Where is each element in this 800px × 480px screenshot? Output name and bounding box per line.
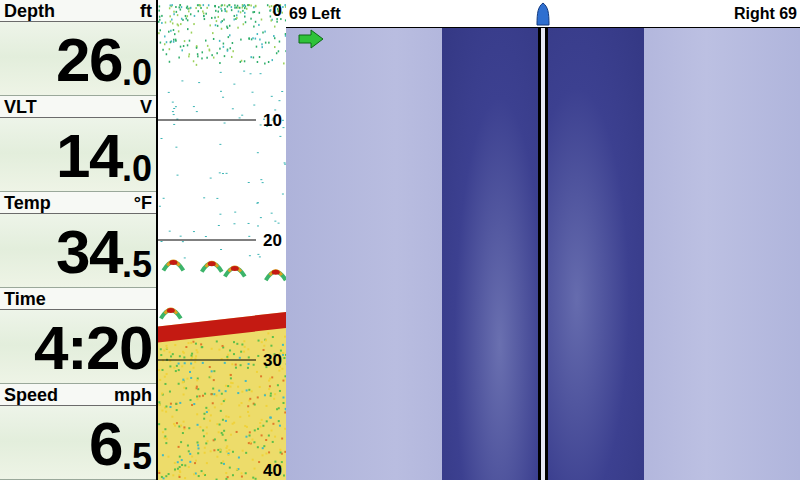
- readout-label-row: Temp °F: [0, 192, 156, 214]
- readout-label-row: Speed mph: [0, 384, 156, 406]
- readout: VLT V 14.0: [0, 96, 156, 192]
- left-range: 69 Left: [289, 2, 536, 26]
- readout-unit: ft: [140, 2, 152, 20]
- readout: Temp °F 34.5: [0, 192, 156, 288]
- readout-label: Time: [4, 290, 46, 308]
- readout-number: 14: [56, 125, 122, 187]
- sonar-panel: 0 10 20 30 40: [158, 0, 286, 480]
- side-imaging-panel: 69 Left Right 69: [286, 0, 800, 480]
- arrow-icon[interactable]: [298, 29, 324, 49]
- depth-tick: 40: [263, 461, 282, 480]
- svg-text:40: 40: [263, 461, 282, 480]
- fishfinder-screen: Depthft26.0VLTV14.0Temp°F34.5Time4:20Spe…: [0, 0, 800, 480]
- readout-label-row: VLT V: [0, 96, 156, 118]
- right-range: Right 69: [550, 2, 797, 26]
- svg-text:30: 30: [263, 351, 282, 370]
- fish-arch: [161, 308, 181, 319]
- svg-text:0: 0: [273, 1, 282, 20]
- bottom-band: [158, 312, 286, 480]
- readout: Speed mph 6.5: [0, 384, 156, 480]
- right-bottom: [644, 28, 800, 480]
- readout-panel: Depthft26.0VLTV14.0Temp°F34.5Time4:20Spe…: [0, 0, 158, 480]
- readout-label: Speed: [4, 386, 58, 404]
- readout-value: 4:20: [0, 310, 156, 383]
- readout-value: 6.5: [0, 406, 156, 479]
- svg-text:10: 10: [263, 111, 282, 130]
- side-image: [286, 28, 800, 480]
- sonar-chart: 0 10 20 30 40: [158, 0, 286, 480]
- depth-tick: 0: [273, 1, 282, 20]
- readout-label: Depth: [4, 2, 55, 20]
- right-water-column: [548, 28, 644, 480]
- readout-decimal: .0: [122, 151, 152, 187]
- readout-decimal: .0: [122, 55, 152, 91]
- readout-value: 14.0: [0, 118, 156, 191]
- readout-number: 34: [56, 221, 122, 283]
- readout-unit: °F: [134, 194, 152, 212]
- readout-label-row: Time: [0, 288, 156, 310]
- readout-label: VLT: [4, 98, 37, 116]
- center-line: [538, 28, 548, 480]
- readout-unit: mph: [114, 386, 152, 404]
- depth-tick: 10: [158, 111, 282, 130]
- depth-tick: 20: [158, 231, 282, 250]
- left-bottom: [286, 28, 442, 480]
- svg-text:20: 20: [263, 231, 282, 250]
- readout-number: 6: [89, 413, 122, 475]
- range-bar: 69 Left Right 69: [286, 0, 800, 28]
- readout: Depth ft 26.0: [0, 0, 156, 96]
- readout: Time 4:20: [0, 288, 156, 384]
- readout-decimal: .5: [122, 439, 152, 475]
- fish-arch: [225, 266, 245, 277]
- readout-number: 4:20: [34, 317, 152, 379]
- readout-label: Temp: [4, 194, 51, 212]
- readout-decimal: .5: [122, 247, 152, 283]
- readout-value: 26.0: [0, 22, 156, 95]
- fish-arch: [266, 270, 286, 281]
- left-water-column: [442, 28, 538, 480]
- fish-arch: [163, 260, 183, 271]
- fish-arch: [202, 261, 222, 272]
- readout-value: 34.5: [0, 214, 156, 287]
- readout-label-row: Depth ft: [0, 0, 156, 22]
- boat-icon: [536, 2, 550, 26]
- readout-unit: V: [140, 98, 152, 116]
- readout-number: 26: [56, 29, 122, 91]
- depth-tick: 30: [158, 351, 282, 370]
